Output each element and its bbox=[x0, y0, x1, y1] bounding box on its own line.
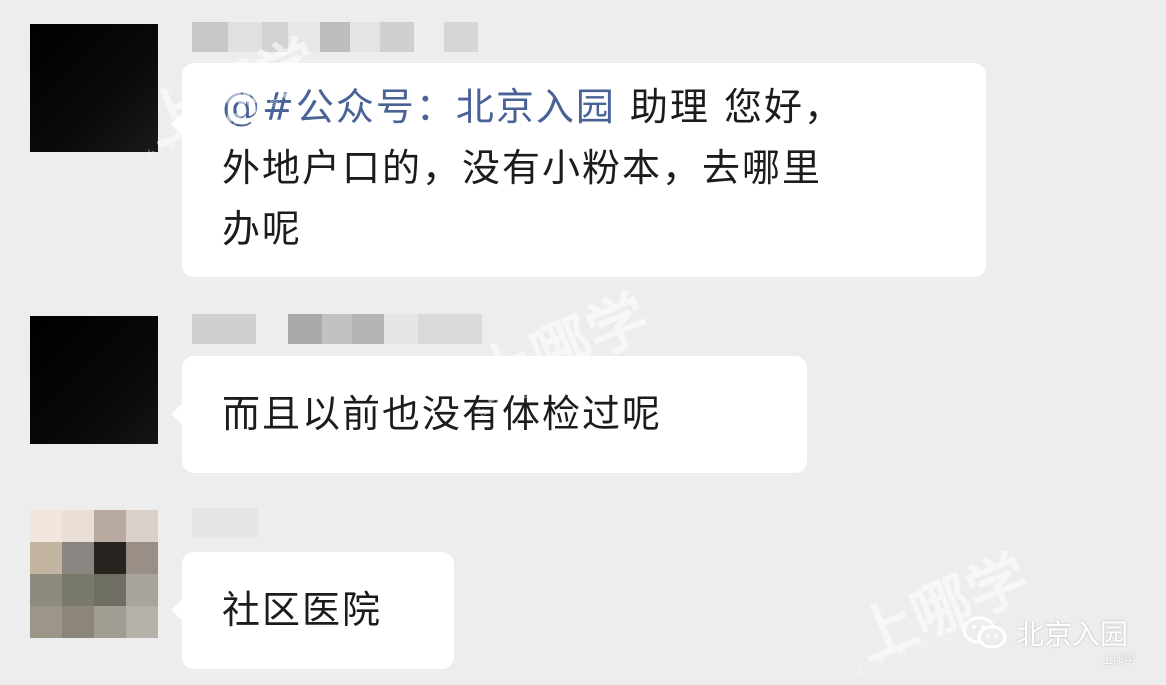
message-bubble[interactable]: @#公众号：北京入园 助理 您好， 外地户口的，没有小粉本，去哪里 办呢 bbox=[171, 63, 986, 277]
sender-name-blurred bbox=[192, 508, 258, 538]
mention-link[interactable]: @#公众号：北京入园 bbox=[222, 85, 616, 129]
message-line: @#公众号：北京入园 助理 您好， bbox=[222, 77, 952, 138]
message-bubble[interactable]: 而且以前也没有体检过呢 bbox=[171, 356, 807, 473]
avatar[interactable] bbox=[30, 316, 158, 444]
message-text: 社区医院 bbox=[222, 588, 383, 632]
brand-name: 北京入园 bbox=[1016, 618, 1129, 651]
wechat-icon bbox=[962, 615, 1008, 651]
avatar[interactable] bbox=[30, 510, 158, 638]
message-line: 外地户口的，没有小粉本，去哪里 bbox=[222, 146, 823, 190]
message-text: 而且以前也没有体检过呢 bbox=[222, 392, 663, 436]
message-bubble[interactable]: 社区医院 bbox=[171, 552, 454, 669]
message-text: 助理 您好， bbox=[615, 85, 845, 129]
brand-stamp: 北京入园 bbox=[962, 613, 1128, 653]
watermark: 上哪学 bbox=[845, 542, 1039, 675]
avatar[interactable] bbox=[30, 24, 158, 152]
message-line: 办呢 bbox=[222, 207, 303, 251]
sender-name-blurred bbox=[192, 314, 482, 344]
sender-name-blurred bbox=[192, 22, 478, 52]
brand-sub: 上哪学 bbox=[1102, 653, 1135, 666]
